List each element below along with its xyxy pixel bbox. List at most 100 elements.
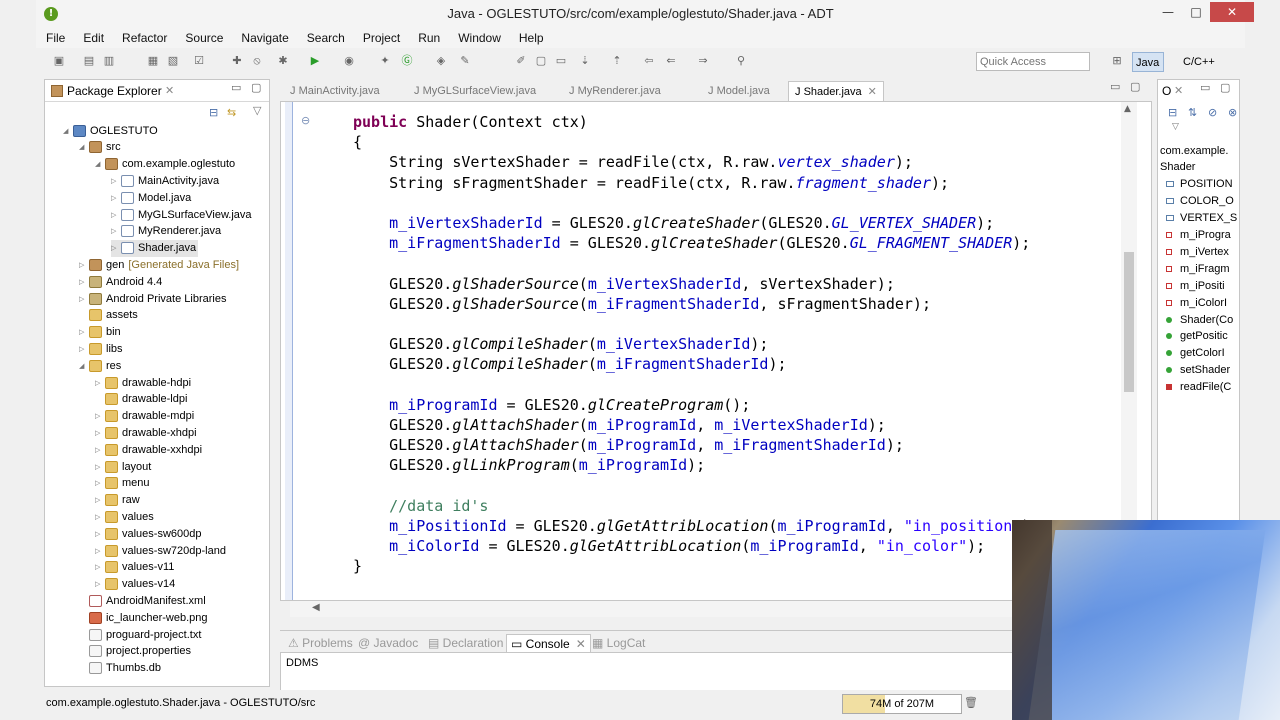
tab-model[interactable]: J Model.java — [702, 81, 776, 101]
menu-edit[interactable]: Edit — [73, 28, 112, 48]
tree-item[interactable]: ◢ OGLESTUTO — [63, 122, 158, 139]
tree-item[interactable]: project.properties — [79, 643, 191, 660]
menu-refactor[interactable]: Refactor — [112, 28, 175, 48]
outline-item[interactable]: com.example. — [1160, 142, 1228, 159]
close-view-icon[interactable]: ✕ — [165, 84, 174, 97]
tree-item[interactable]: ▷ MainActivity.java — [111, 172, 219, 189]
tab-shader[interactable]: J Shader.java ✕ — [788, 81, 884, 101]
menu-navigate[interactable]: Navigate — [231, 28, 296, 48]
scroll-up-icon[interactable]: ▲ — [1124, 104, 1131, 114]
tab-problems[interactable]: ⚠ Problems — [284, 634, 357, 652]
tree-item[interactable]: ▷ raw — [95, 492, 140, 509]
tree-item[interactable]: drawable-ldpi — [95, 391, 187, 408]
show-whitespace-icon[interactable]: ▭ — [554, 54, 568, 68]
scroll-left-icon[interactable]: ◀ — [312, 602, 320, 613]
code-text[interactable]: public Shader(Context ctx) { String sVer… — [353, 112, 1039, 577]
expand-toggle-icon[interactable]: ▷ — [79, 278, 89, 286]
outline-item[interactable]: m_iFragm — [1166, 260, 1230, 277]
outline-item[interactable]: m_iPositi — [1166, 277, 1225, 294]
tree-item[interactable]: AndroidManifest.xml — [79, 592, 206, 609]
expand-toggle-icon[interactable]: ◢ — [63, 127, 73, 135]
tree-item[interactable]: ▷ Shader.java — [111, 239, 199, 257]
tree-item[interactable]: ic_launcher-web.png — [79, 609, 208, 626]
outline-item[interactable]: getPositic — [1166, 328, 1228, 345]
tree-item[interactable]: ▷ Model.java — [111, 189, 191, 206]
tree-item[interactable]: ▷ bin — [79, 324, 121, 341]
new-android-project-icon[interactable]: ✚ — [230, 54, 244, 68]
maximize-button[interactable]: □ — [1182, 2, 1210, 22]
expand-toggle-icon[interactable]: ▷ — [95, 379, 105, 387]
expand-toggle-icon[interactable]: ▷ — [95, 547, 105, 555]
maximize-view-icon[interactable]: ▢ — [251, 81, 261, 94]
lint-icon[interactable]: ☑ — [192, 54, 206, 68]
avd-manager-icon[interactable]: ▧ — [166, 54, 180, 68]
tab-javadoc[interactable]: @ Javadoc — [354, 634, 422, 652]
fold-marker-icon[interactable]: ⊖ — [301, 114, 310, 127]
tree-item[interactable]: ▷ values — [95, 508, 154, 525]
tree-item[interactable]: ▷ values-sw600dp — [95, 525, 202, 542]
hide-fields-icon[interactable]: ⊘ — [1208, 106, 1217, 119]
tree-item[interactable]: ▷ Android Private Libraries — [79, 290, 226, 307]
expand-toggle-icon[interactable]: ▷ — [79, 295, 89, 303]
prev-annotation-icon[interactable]: ⇡ — [610, 54, 624, 68]
tree-item[interactable]: ▷ values-v11 — [95, 559, 174, 576]
tree-item[interactable]: ▷ drawable-xxhdpi — [95, 441, 202, 458]
tree-item[interactable]: ▷ values-sw720dp-land — [95, 542, 226, 559]
expand-toggle-icon[interactable]: ▷ — [95, 496, 105, 504]
outline-item[interactable]: Shader — [1160, 159, 1195, 176]
open-perspective-icon[interactable]: ⊞ — [1110, 54, 1124, 68]
outline-item[interactable]: getColorI — [1166, 345, 1225, 362]
expand-toggle-icon[interactable]: ◢ — [95, 160, 105, 168]
java-perspective-button[interactable]: Java — [1132, 52, 1165, 72]
outline-item[interactable]: readFile(C — [1166, 379, 1231, 396]
debug-icon[interactable]: ✱ — [276, 54, 290, 68]
tab-mainactivity[interactable]: J MainActivity.java — [284, 81, 386, 101]
forward-icon[interactable]: ⇒ — [696, 54, 710, 68]
outline-item[interactable]: VERTEX_S — [1166, 210, 1237, 227]
close-view-icon[interactable]: ✕ — [1174, 84, 1183, 97]
external-tools-icon[interactable]: ◉ — [342, 54, 356, 68]
minimize-view-icon[interactable]: ▭ — [231, 81, 241, 94]
last-edit-icon[interactable]: ⇦ — [642, 54, 656, 68]
outline-item[interactable]: m_iProgra — [1166, 227, 1231, 244]
tree-item[interactable]: ▷ Android 4.4 — [79, 273, 162, 290]
menu-run[interactable]: Run — [408, 28, 448, 48]
outline-item[interactable]: m_iVertex — [1166, 243, 1229, 260]
expand-toggle-icon[interactable]: ▷ — [95, 412, 105, 420]
expand-toggle-icon[interactable]: ▷ — [79, 261, 89, 269]
expand-toggle-icon[interactable]: ◢ — [79, 362, 89, 370]
pin-editor-icon[interactable]: ⚲ — [734, 54, 748, 68]
tree-item[interactable]: ▷ values-v14 — [95, 576, 175, 593]
expand-toggle-icon[interactable]: ▷ — [95, 513, 105, 521]
menu-search[interactable]: Search — [297, 28, 353, 48]
expand-toggle-icon[interactable]: ▷ — [79, 345, 89, 353]
tree-item[interactable]: Thumbs.db — [79, 660, 161, 677]
maximize-editor-icon[interactable]: ▢ — [1130, 80, 1140, 93]
outline-item[interactable]: setShader — [1166, 362, 1230, 379]
tree-item[interactable]: ▷ MyGLSurfaceView.java — [111, 206, 252, 223]
search-icon[interactable]: ✎ — [458, 54, 472, 68]
expand-toggle-icon[interactable]: ▷ — [95, 580, 105, 588]
expand-toggle-icon[interactable]: ▷ — [111, 177, 121, 185]
tab-console[interactable]: ▭ Console ✕ — [506, 634, 591, 652]
minimize-view-icon[interactable]: ▭ — [1200, 81, 1210, 94]
expand-toggle-icon[interactable]: ▷ — [95, 530, 105, 538]
tree-item[interactable]: proguard-project.txt — [79, 626, 201, 643]
menu-file[interactable]: File — [36, 28, 73, 48]
outline-item[interactable]: Shader(Co — [1166, 311, 1233, 328]
tree-item[interactable]: assets — [79, 307, 138, 324]
new-package-icon[interactable]: Ⓖ — [400, 54, 414, 68]
tab-declaration[interactable]: ▤ Declaration — [424, 634, 507, 652]
heap-status[interactable]: 74M of 207M — [842, 694, 962, 714]
menu-window[interactable]: Window — [448, 28, 509, 48]
collapse-all-icon[interactable]: ⊟ — [1168, 106, 1177, 119]
maximize-view-icon[interactable]: ▢ — [1220, 81, 1230, 94]
expand-toggle-icon[interactable]: ▷ — [111, 227, 121, 235]
tree-item[interactable]: ◢ com.example.oglestuto — [95, 156, 235, 173]
save-all-icon[interactable]: ▥ — [102, 54, 116, 68]
save-icon[interactable]: ▤ — [82, 54, 96, 68]
view-menu-icon[interactable]: ▽ — [253, 104, 261, 117]
tree-item[interactable]: ▷ menu — [95, 475, 150, 492]
tree-item[interactable]: ▷ drawable-xhdpi — [95, 424, 197, 441]
tab-myglsurfaceview[interactable]: J MyGLSurfaceView.java — [408, 81, 542, 101]
